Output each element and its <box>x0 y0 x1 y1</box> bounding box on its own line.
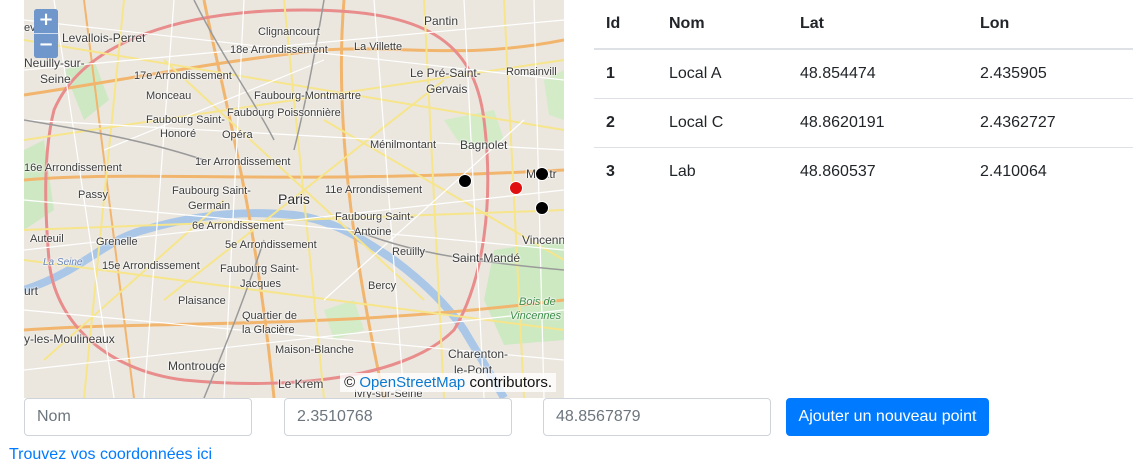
map-label-paris: Paris <box>278 191 310 207</box>
longitude-input[interactable] <box>284 398 512 436</box>
map-label-urt: urt <box>24 284 39 298</box>
map-label-faubourgsj-1: Faubourg Saint- <box>220 263 299 275</box>
cell-id: 3 <box>606 163 615 180</box>
latitude-input[interactable] <box>543 398 771 436</box>
map-label-auteuil: Auteuil <box>30 233 64 245</box>
map-label-boisdev-1: Bois de <box>519 296 556 308</box>
map-label-levallois: Levallois-Perret <box>62 31 146 45</box>
map-label-ylesmoul: y-les-Moulineaux <box>24 332 115 346</box>
map-label-arr15: 15e Arrondissement <box>102 260 200 272</box>
cell-lon: 2.435905 <box>980 65 1047 82</box>
name-input[interactable] <box>24 398 252 436</box>
map-label-faubourgsh-2: Honoré <box>160 128 197 140</box>
map-label-menilmontant: Ménilmontant <box>370 139 437 151</box>
map-label-arr1: 1er Arrondissement <box>195 156 291 168</box>
cell-nom: Local A <box>669 65 722 82</box>
map-label-montrouge: Montrouge <box>168 359 226 373</box>
zoom-out-button[interactable]: − <box>34 33 58 58</box>
add-point-button[interactable]: Ajouter un nouveau point <box>786 398 989 436</box>
map-label-faubourgsg-2: Germain <box>188 200 231 212</box>
points-table: Id Nom Lat Lon 1 Local A 48.854474 2.435… <box>594 0 1133 196</box>
cell-lon: 2.4362727 <box>980 114 1056 131</box>
map-label-lepre-2: Gervais <box>426 82 468 96</box>
openstreetmap-link[interactable]: OpenStreetMap <box>359 374 465 391</box>
map-label-faubourgsg-1: Faubourg Saint- <box>172 185 251 197</box>
map-label-opera: Opéra <box>222 129 253 141</box>
map-label-quartier-1: Quartier de <box>242 310 298 322</box>
map-label-plaisance: Plaisance <box>178 295 226 307</box>
map-label-faubourgsh-1: Faubourg Saint- <box>146 114 225 126</box>
map-label-romainville: Romainvill <box>506 66 557 78</box>
cell-lat: 48.854474 <box>800 65 876 82</box>
table-row: 1 Local A 48.854474 2.435905 <box>594 49 1133 99</box>
map-label-lekrem: Le Krem <box>278 377 324 391</box>
find-coordinates-link[interactable]: Trouvez vos coordonnées ici <box>9 446 212 464</box>
map-marker-lab[interactable] <box>458 174 472 188</box>
map-label-bercy: Bercy <box>368 280 397 292</box>
map-label-arr6: 6e Arrondissement <box>192 220 284 232</box>
map-label-boisdev-2: Vincennes <box>510 310 562 322</box>
map-label-pantin: Pantin <box>424 14 459 28</box>
column-header-nom: Nom <box>669 15 705 32</box>
table-row: 2 Local C 48.8620191 2.4362727 <box>594 98 1133 148</box>
map-label-passy: Passy <box>78 189 108 201</box>
map[interactable]: Pantin Levallois-Perret evoie Clignancou… <box>24 0 564 398</box>
cell-nom: Local C <box>669 114 724 131</box>
map-label-arr11: 11e Arrondissement <box>325 184 423 196</box>
map-label-quartier-2: la Glacière <box>242 324 295 336</box>
map-marker-selected[interactable] <box>509 181 523 195</box>
map-label-faubourgpoiss: Faubourg Poissonnière <box>227 107 341 119</box>
cell-nom: Lab <box>669 163 696 180</box>
attribution-prefix: © <box>344 374 356 391</box>
map-label-bagnolet: Bagnolet <box>460 138 508 152</box>
column-header-lat: Lat <box>800 15 824 32</box>
map-label-lepre-1: Le Pré-Saint- <box>410 66 481 80</box>
map-label-faubourgmont: Faubourg-Montmartre <box>254 90 361 102</box>
map-label-arr16: 16e Arrondissement <box>24 162 122 174</box>
cell-id: 2 <box>606 114 615 131</box>
map-label-neuilly-2: Seine <box>40 72 71 86</box>
cell-id: 1 <box>606 65 615 82</box>
map-label-laseine: La Seine <box>43 257 83 268</box>
map-label-arr17: 17e Arrondissement <box>134 70 232 82</box>
table-header-row: Id Nom Lat Lon <box>594 0 1133 49</box>
map-attribution: © OpenStreetMap contributors. <box>340 373 556 392</box>
map-label-vincennes: Vincenn <box>522 233 564 247</box>
map-label-monceau: Monceau <box>146 90 192 102</box>
zoom-control: + − <box>34 9 58 58</box>
map-label-neuilly-1: Neuilly-sur- <box>24 56 85 70</box>
map-label-faubourgsa-2: Antoine <box>354 226 392 238</box>
map-label-arr5: 5e Arrondissement <box>225 239 317 251</box>
column-header-id: Id <box>606 15 621 32</box>
map-label-charenton-1: Charenton- <box>448 347 509 361</box>
map-label-arr18: 18e Arrondissement <box>230 44 328 56</box>
map-label-reuilly: Reuilly <box>392 246 426 258</box>
map-label-clignancourt: Clignancourt <box>258 26 320 38</box>
map-label-saintmande: Saint-Mandé <box>452 251 521 265</box>
zoom-in-button[interactable]: + <box>34 9 58 33</box>
map-label-grenelle: Grenelle <box>96 236 138 248</box>
map-label-faubourgsa-1: Faubourg Saint- <box>335 211 414 223</box>
map-marker-local-a[interactable] <box>535 201 549 215</box>
map-marker-local-c[interactable] <box>535 167 549 181</box>
map-label-maisonblanche: Maison-Blanche <box>275 344 354 356</box>
column-header-lon: Lon <box>980 15 1010 32</box>
map-label-lavillette: La Villette <box>354 41 403 53</box>
cell-lat: 48.8620191 <box>800 114 885 131</box>
attribution-suffix: contributors. <box>469 374 552 391</box>
map-label-faubourgsj-2: Jacques <box>240 278 281 290</box>
cell-lat: 48.860537 <box>800 163 876 180</box>
table-row: 3 Lab 48.860537 2.410064 <box>594 147 1133 197</box>
cell-lon: 2.410064 <box>980 163 1047 180</box>
